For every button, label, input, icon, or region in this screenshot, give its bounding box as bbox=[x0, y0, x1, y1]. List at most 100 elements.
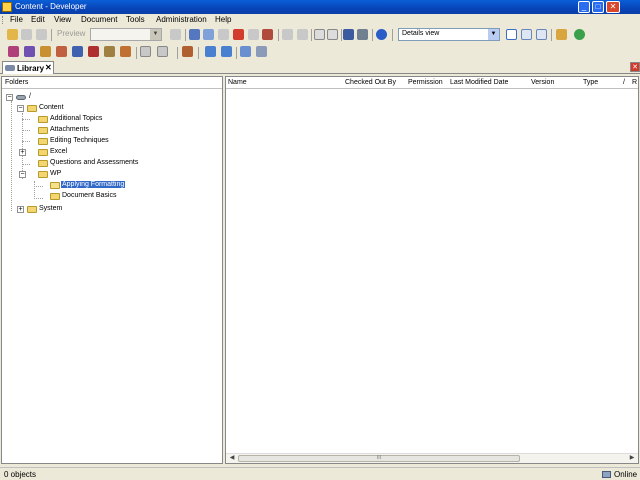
toolbar-separator bbox=[341, 29, 342, 41]
expand-icon[interactable]: + bbox=[19, 149, 26, 156]
filter-icon[interactable] bbox=[357, 29, 368, 40]
tab-library[interactable]: Library ✕ bbox=[2, 61, 54, 74]
folder-icon bbox=[38, 160, 48, 167]
tree-item-editing-techniques[interactable]: Editing Techniques bbox=[28, 137, 148, 148]
details-layout-icon[interactable] bbox=[506, 29, 517, 40]
close-pane-button[interactable]: ✕ bbox=[630, 62, 640, 72]
tree-item-excel[interactable]: + Excel bbox=[19, 148, 148, 159]
folder-icon bbox=[38, 127, 48, 134]
toolbar-separator bbox=[236, 47, 237, 59]
folders-header-label: Folders bbox=[5, 79, 29, 86]
toolbar-separator bbox=[136, 47, 137, 59]
list-layout-icon[interactable] bbox=[521, 29, 532, 40]
new-section-icon[interactable] bbox=[24, 46, 35, 57]
column-header-path[interactable]: / bbox=[621, 77, 631, 89]
collapse-icon[interactable]: − bbox=[19, 171, 26, 178]
toolbar-separator bbox=[198, 47, 199, 59]
tree-item-content[interactable]: − Content bbox=[17, 104, 97, 115]
find-references-icon[interactable] bbox=[262, 29, 273, 40]
toolbar-separator bbox=[372, 29, 373, 41]
help-icon[interactable] bbox=[376, 29, 387, 40]
scroll-right-icon[interactable]: ▶ bbox=[627, 454, 637, 463]
menu-help[interactable]: Help bbox=[215, 15, 231, 24]
open-icon[interactable] bbox=[21, 29, 32, 40]
column-header-checked-out-by[interactable]: Checked Out By bbox=[343, 77, 406, 89]
scrollbar-thumb[interactable]: III bbox=[238, 455, 520, 462]
check-in-icon[interactable] bbox=[221, 46, 232, 57]
tree-item-applying-formatting[interactable]: Applying Formatting bbox=[40, 181, 160, 192]
close-window-button[interactable]: ✕ bbox=[606, 1, 620, 13]
undo-icon[interactable] bbox=[282, 29, 293, 40]
new-question-icon[interactable] bbox=[56, 46, 67, 57]
collapse-icon[interactable] bbox=[314, 29, 325, 40]
new-role-icon[interactable] bbox=[120, 46, 131, 57]
new-module-icon[interactable] bbox=[8, 46, 19, 57]
preview-button[interactable]: Preview bbox=[57, 29, 85, 38]
menu-tools[interactable]: Tools bbox=[126, 15, 145, 24]
title-bar: Content - Developer _ □ ✕ bbox=[0, 0, 640, 14]
new-glossary-icon[interactable] bbox=[104, 46, 115, 57]
toolbar-separator bbox=[392, 29, 393, 41]
column-header-version[interactable]: Version bbox=[529, 77, 581, 89]
check-out-icon[interactable] bbox=[205, 46, 216, 57]
tree-item-document-basics[interactable]: Document Basics bbox=[40, 192, 160, 203]
save-icon[interactable] bbox=[36, 29, 47, 40]
new-assessment-icon[interactable] bbox=[72, 46, 83, 57]
menu-edit[interactable]: Edit bbox=[31, 15, 45, 24]
get-latest-icon[interactable] bbox=[240, 46, 251, 57]
menu-document[interactable]: Document bbox=[81, 15, 117, 24]
scroll-left-icon[interactable]: ◀ bbox=[227, 454, 237, 463]
search-icon[interactable] bbox=[343, 29, 354, 40]
tree-line bbox=[34, 181, 35, 199]
cut-icon[interactable] bbox=[189, 29, 200, 40]
column-header-name[interactable]: Name bbox=[226, 77, 343, 89]
insert-icon[interactable] bbox=[140, 46, 151, 57]
publish-icon[interactable] bbox=[556, 29, 567, 40]
tree-item-root[interactable]: − / bbox=[6, 93, 66, 104]
help-dropdown-icon[interactable] bbox=[157, 46, 168, 57]
preview-select[interactable]: ▼ bbox=[90, 28, 162, 41]
tree-item-label: Content bbox=[39, 104, 64, 111]
column-header-last-modified-date[interactable]: Last Modified Date bbox=[448, 77, 529, 89]
folders-header: Folders bbox=[2, 77, 222, 89]
tree-item-system[interactable]: + System bbox=[17, 205, 97, 216]
tree-item-wp[interactable]: − WP bbox=[19, 170, 88, 181]
menu-view[interactable]: View bbox=[54, 15, 71, 24]
column-header-type[interactable]: Type bbox=[581, 77, 621, 89]
tree-item-label: / bbox=[29, 93, 31, 100]
menu-grip bbox=[2, 16, 4, 24]
new-topic-icon[interactable] bbox=[40, 46, 51, 57]
new-package-icon[interactable] bbox=[88, 46, 99, 57]
tree-item-attachments[interactable]: Attachments bbox=[28, 126, 148, 137]
expand-icon[interactable] bbox=[327, 29, 338, 40]
close-tab-icon[interactable]: ✕ bbox=[45, 63, 52, 72]
history-icon[interactable] bbox=[256, 46, 267, 57]
collapse-icon[interactable]: − bbox=[6, 94, 13, 101]
folder-icon bbox=[38, 171, 48, 178]
toolbar-separator bbox=[278, 29, 279, 41]
minimize-button[interactable]: _ bbox=[578, 1, 590, 13]
tree-item-questions-and-assessments[interactable]: Questions and Assessments bbox=[28, 159, 178, 170]
paste-icon[interactable] bbox=[218, 29, 229, 40]
copy-icon[interactable] bbox=[203, 29, 214, 40]
menu-administration[interactable]: Administration bbox=[156, 15, 207, 24]
column-header-r[interactable]: R bbox=[631, 77, 638, 89]
split-layout-icon[interactable] bbox=[536, 29, 547, 40]
edit-icon[interactable] bbox=[182, 46, 193, 57]
menu-file[interactable]: File bbox=[10, 15, 23, 24]
delete-icon[interactable] bbox=[233, 29, 244, 40]
redo-icon[interactable] bbox=[297, 29, 308, 40]
properties-icon[interactable] bbox=[248, 29, 259, 40]
view-mode-select[interactable]: Details view ▼ bbox=[398, 28, 500, 41]
preview-options-icon[interactable] bbox=[170, 29, 181, 40]
collapse-icon[interactable]: − bbox=[17, 105, 24, 112]
expand-icon[interactable]: + bbox=[17, 206, 24, 213]
maximize-button[interactable]: □ bbox=[592, 1, 604, 13]
toolbar-separator bbox=[177, 47, 178, 59]
tree-item-additional-topics[interactable]: Additional Topics bbox=[28, 115, 148, 126]
column-header-permission[interactable]: Permission bbox=[406, 77, 448, 89]
horizontal-scrollbar[interactable]: ◀ III ▶ bbox=[226, 453, 638, 463]
new-folder-icon[interactable] bbox=[7, 29, 18, 40]
view-mode-value: Details view bbox=[402, 30, 440, 37]
refresh-icon[interactable] bbox=[574, 29, 585, 40]
